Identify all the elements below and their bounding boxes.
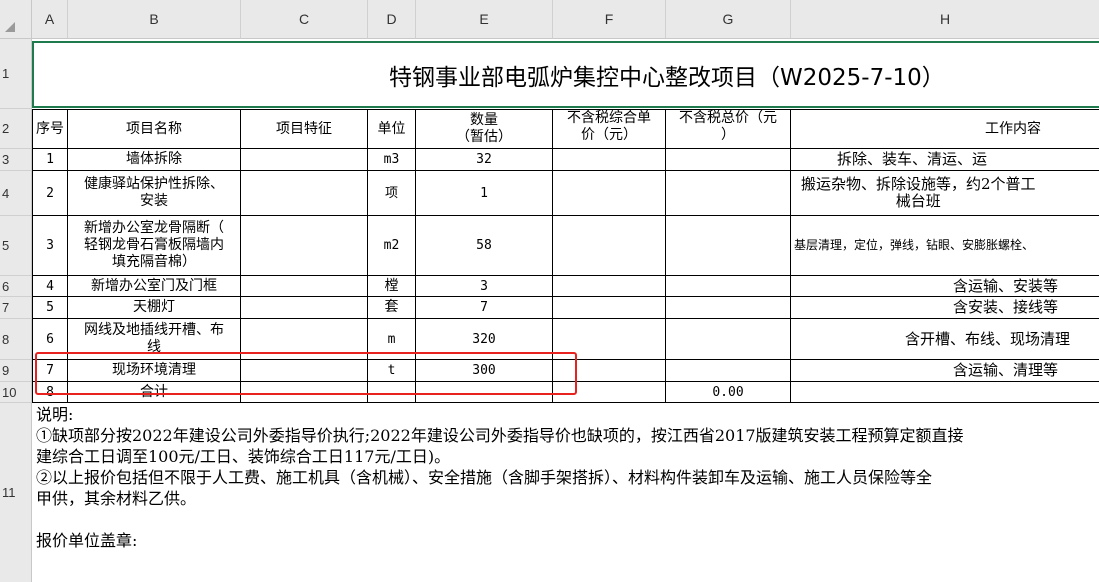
- header-feature[interactable]: 项目特征: [241, 109, 368, 149]
- header-unit-price[interactable]: 不含税综合单 价（元）: [553, 109, 666, 149]
- cell-total[interactable]: [666, 149, 791, 171]
- cell-name[interactable]: 现场环境清理: [68, 360, 241, 382]
- row-header-10[interactable]: 10: [0, 382, 32, 403]
- column-header-g[interactable]: G: [666, 0, 791, 39]
- cell-name[interactable]: 健康驿站保护性拆除、 安装: [68, 171, 241, 216]
- row-header-9[interactable]: 9: [0, 360, 32, 382]
- cell-feature[interactable]: [241, 149, 368, 171]
- cell-unit-price[interactable]: [553, 297, 666, 319]
- cell-grand-total[interactable]: 0.00: [666, 382, 791, 403]
- header-total-price[interactable]: 不含税总价（元 ）: [666, 109, 791, 149]
- sheet-title[interactable]: 特钢事业部电弧炉集控中心整改项目（W2025-7-10）: [32, 41, 1099, 108]
- cell-feature[interactable]: [241, 382, 368, 403]
- cell-unit[interactable]: t: [368, 360, 416, 382]
- cell-name[interactable]: 新增办公室龙骨隔断（ 轻钢龙骨石膏板隔墙内 填充隔音棉）: [68, 216, 241, 276]
- cell-feature[interactable]: [241, 319, 368, 360]
- column-header-b[interactable]: B: [68, 0, 241, 39]
- cell-feature[interactable]: [241, 216, 368, 276]
- cell-work[interactable]: 含安装、接线等: [791, 297, 1099, 319]
- cell-qty[interactable]: 300: [416, 360, 553, 382]
- header-unit[interactable]: 单位: [368, 109, 416, 149]
- header-work[interactable]: 工作内容: [791, 109, 1099, 149]
- cell-qty[interactable]: [416, 382, 553, 403]
- cell-qty[interactable]: 3: [416, 276, 553, 297]
- cell-unit[interactable]: [368, 382, 416, 403]
- row-header-7[interactable]: 7: [0, 297, 32, 319]
- cell-seq[interactable]: 6: [32, 319, 68, 360]
- cell-unit[interactable]: m: [368, 319, 416, 360]
- row-header-5[interactable]: 5: [0, 216, 32, 276]
- cell-unit-price[interactable]: [553, 149, 666, 171]
- cell-unit-price[interactable]: [553, 276, 666, 297]
- cell-work[interactable]: 含开槽、布线、现场清理: [791, 319, 1099, 360]
- cell-feature[interactable]: [241, 276, 368, 297]
- column-header-c[interactable]: C: [241, 0, 368, 39]
- cell-seq[interactable]: 5: [32, 297, 68, 319]
- row-header-8[interactable]: 8: [0, 319, 32, 360]
- cell-qty[interactable]: 58: [416, 216, 553, 276]
- header-qty[interactable]: 数量 （暂估）: [416, 109, 553, 149]
- cell-qty[interactable]: 1: [416, 171, 553, 216]
- row-header-1[interactable]: 1: [0, 39, 32, 109]
- cell-name[interactable]: 网线及地插线开槽、布 线: [68, 319, 241, 360]
- cell-unit[interactable]: 项: [368, 171, 416, 216]
- select-all-triangle-icon: [5, 22, 15, 32]
- cell-feature[interactable]: [241, 360, 368, 382]
- row-header-2[interactable]: 2: [0, 109, 32, 149]
- column-header-d[interactable]: D: [368, 0, 416, 39]
- row-header-4[interactable]: 4: [0, 171, 32, 216]
- cell-seq[interactable]: 2: [32, 171, 68, 216]
- cell-total[interactable]: [666, 319, 791, 360]
- cell-feature[interactable]: [241, 171, 368, 216]
- cell-name-total[interactable]: 合计: [68, 382, 241, 403]
- cell-work[interactable]: 搬运杂物、拆除设施等，约2个普工 械台班: [791, 171, 1099, 216]
- select-all-corner[interactable]: [0, 0, 32, 39]
- cell-work[interactable]: 拆除、装车、清运、运: [791, 149, 1099, 171]
- notes-text[interactable]: 说明: ①缺项部分按2022年建设公司外委指导价执行;2022年建设公司外委指导…: [36, 404, 1099, 551]
- cell-name[interactable]: 墙体拆除: [68, 149, 241, 171]
- cell-work[interactable]: [791, 382, 1099, 403]
- cell-unit-price[interactable]: [553, 171, 666, 216]
- cell-seq[interactable]: 4: [32, 276, 68, 297]
- cell-qty[interactable]: 7: [416, 297, 553, 319]
- row-header-6[interactable]: 6: [0, 276, 32, 297]
- row-header-11[interactable]: 11: [0, 403, 32, 582]
- cell-name[interactable]: 新增办公室门及门框: [68, 276, 241, 297]
- cell-unit-price[interactable]: [553, 360, 666, 382]
- cell-qty[interactable]: 32: [416, 149, 553, 171]
- cell-total[interactable]: [666, 171, 791, 216]
- row-header-3[interactable]: 3: [0, 149, 32, 171]
- cell-work[interactable]: 含运输、清理等: [791, 360, 1099, 382]
- cell-name[interactable]: 天棚灯: [68, 297, 241, 319]
- cell-seq[interactable]: 7: [32, 360, 68, 382]
- cell-total[interactable]: [666, 297, 791, 319]
- cell-seq[interactable]: 3: [32, 216, 68, 276]
- column-header-f[interactable]: F: [553, 0, 666, 39]
- cell-unit[interactable]: 樘: [368, 276, 416, 297]
- cell-unit-price[interactable]: [553, 382, 666, 403]
- column-header-h[interactable]: H: [791, 0, 1099, 39]
- cell-total[interactable]: [666, 216, 791, 276]
- cell-unit[interactable]: m2: [368, 216, 416, 276]
- cell-unit-price[interactable]: [553, 216, 666, 276]
- cell-seq[interactable]: 8: [32, 382, 68, 403]
- cell-total[interactable]: [666, 276, 791, 297]
- column-header-a[interactable]: A: [32, 0, 68, 39]
- cell-work[interactable]: 基层清理，定位，弹线，钻眼、安膨胀螺栓、: [791, 216, 1099, 276]
- cell-qty[interactable]: 320: [416, 319, 553, 360]
- cell-seq[interactable]: 1: [32, 149, 68, 171]
- sheet-title-text: 特钢事业部电弧炉集控中心整改项目（W2025-7-10）: [389, 64, 945, 91]
- column-header-e[interactable]: E: [416, 0, 553, 39]
- header-seq[interactable]: 序号: [32, 109, 68, 149]
- cell-unit[interactable]: 套: [368, 297, 416, 319]
- cell-feature[interactable]: [241, 297, 368, 319]
- cell-unit-price[interactable]: [553, 319, 666, 360]
- cell-total[interactable]: [666, 360, 791, 382]
- header-name[interactable]: 项目名称: [68, 109, 241, 149]
- cell-work[interactable]: 含运输、安装等: [791, 276, 1099, 297]
- cell-unit[interactable]: m3: [368, 149, 416, 171]
